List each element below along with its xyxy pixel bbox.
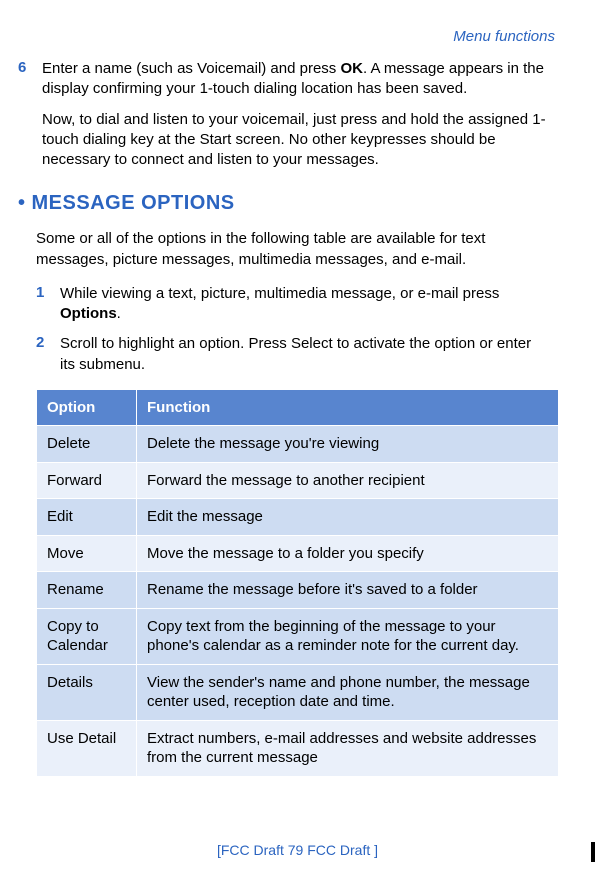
step-number: 1 xyxy=(36,284,60,325)
table-row: DetailsView the sender's name and phone … xyxy=(37,664,559,720)
cell-option: Edit xyxy=(37,499,137,536)
numbered-list: 1 While viewing a text, picture, multime… xyxy=(18,284,559,375)
cell-function: Edit the message xyxy=(137,499,559,536)
table-row: Copy to CalendarCopy text from the begin… xyxy=(37,608,559,664)
section-title-text: MESSAGE OPTIONS xyxy=(32,192,235,214)
step-text: While viewing a text, picture, multimedi… xyxy=(60,284,539,325)
running-header: Menu functions xyxy=(18,28,559,45)
cell-option: Copy to Calendar xyxy=(37,608,137,664)
step-1: 1 While viewing a text, picture, multime… xyxy=(36,284,559,325)
table-row: MoveMove the message to a folder you spe… xyxy=(37,535,559,572)
step-6-continuation: Now, to dial and listen to your voicemai… xyxy=(42,110,559,171)
cell-function: Extract numbers, e-mail addresses and we… xyxy=(137,720,559,776)
bullet-icon: • xyxy=(18,192,26,214)
step1-part0: While viewing a text, picture, multimedi… xyxy=(60,285,499,302)
cell-option: Delete xyxy=(37,426,137,463)
step1-part2: . xyxy=(117,305,121,322)
table-row: DeleteDelete the message you're viewing xyxy=(37,426,559,463)
table-row: ForwardForward the message to another re… xyxy=(37,462,559,499)
table-row: EditEdit the message xyxy=(37,499,559,536)
step6-part0: Enter a name (such as Voicemail) and pre… xyxy=(42,60,340,77)
page-footer: [FCC Draft 79 FCC Draft ] xyxy=(0,842,595,858)
cell-option: Move xyxy=(37,535,137,572)
step6-bold: OK xyxy=(340,60,363,77)
cell-function: Rename the message before it's saved to … xyxy=(137,572,559,609)
step2-part0: Scroll to highlight an option. Press Sel… xyxy=(60,335,531,372)
options-table: Option Function DeleteDelete the message… xyxy=(36,389,559,777)
table-header-row: Option Function xyxy=(37,389,559,426)
page-edge-mark xyxy=(591,842,595,862)
step-6: 6 Enter a name (such as Voicemail) and p… xyxy=(18,59,559,100)
cell-option: Forward xyxy=(37,462,137,499)
section-heading: • MESSAGE OPTIONS xyxy=(18,192,559,215)
cell-option: Details xyxy=(37,664,137,720)
step-text: Enter a name (such as Voicemail) and pre… xyxy=(42,59,559,100)
cell-function: Copy text from the beginning of the mess… xyxy=(137,608,559,664)
step-2: 2 Scroll to highlight an option. Press S… xyxy=(36,334,559,375)
cell-function: Move the message to a folder you specify xyxy=(137,535,559,572)
step-number: 6 xyxy=(18,59,42,100)
header-option: Option xyxy=(37,389,137,426)
cell-function: Forward the message to another recipient xyxy=(137,462,559,499)
section-intro: Some or all of the options in the follow… xyxy=(36,229,559,270)
step-text: Scroll to highlight an option. Press Sel… xyxy=(60,334,539,375)
table-row: RenameRename the message before it's sav… xyxy=(37,572,559,609)
cell-function: View the sender's name and phone number,… xyxy=(137,664,559,720)
step1-bold: Options xyxy=(60,305,117,322)
step-number: 2 xyxy=(36,334,60,375)
table-row: Use DetailExtract numbers, e-mail addres… xyxy=(37,720,559,776)
cell-function: Delete the message you're viewing xyxy=(137,426,559,463)
cell-option: Rename xyxy=(37,572,137,609)
header-function: Function xyxy=(137,389,559,426)
cell-option: Use Detail xyxy=(37,720,137,776)
